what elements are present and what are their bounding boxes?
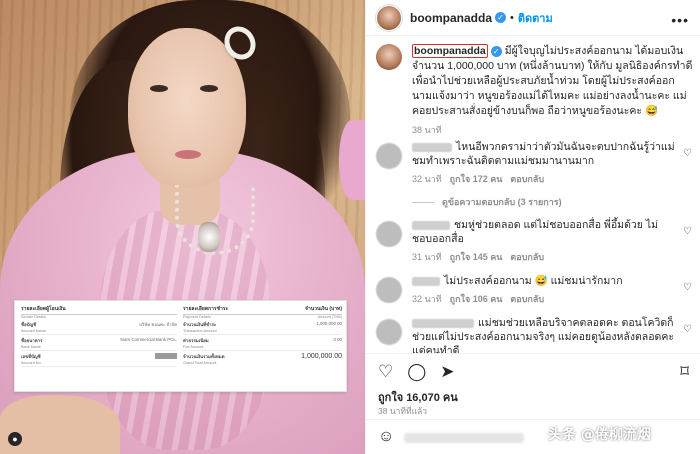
comment-time: 31 นาที xyxy=(412,252,442,262)
row-value: 1,000,000.00 xyxy=(316,320,342,326)
comment-likes[interactable]: ถูกใจ 145 คน xyxy=(450,252,503,262)
comment-text: ไม่ประสงค์ออกนาม 😅 แม่ชมน่ารักมาก xyxy=(444,275,623,287)
slip-row: เลขที่บัญชี Account No. xyxy=(21,351,177,367)
comment-input-blurred[interactable] xyxy=(404,433,524,443)
separator-dot: • xyxy=(510,11,514,24)
sender-title: รายละเอียดผู้โอนเงิน xyxy=(21,306,66,312)
reply-button[interactable]: ตอบกลับ xyxy=(510,174,544,184)
more-horizontal-icon[interactable]: ••• xyxy=(671,12,689,28)
verified-badge-icon: ✓ xyxy=(490,45,502,57)
follow-button[interactable]: ติดตาม xyxy=(518,9,553,27)
row-label: ชื่อธนาคาร xyxy=(21,337,43,343)
bookmark-icon[interactable]: ⌑ xyxy=(680,362,689,382)
row-value: 0.00 xyxy=(333,336,342,342)
total-sublabel: Grand Total Amount xyxy=(183,361,217,365)
share-icon[interactable]: ➤ xyxy=(440,362,454,382)
pendant xyxy=(198,222,220,252)
blurred-username[interactable] xyxy=(412,220,450,230)
view-replies-label: ดูข้อความตอบกลับ (3 รายการ) xyxy=(442,197,562,207)
emoji-icon[interactable]: ☺ xyxy=(378,428,394,446)
row-sublabel: Account Name xyxy=(21,328,46,333)
watermark: 头条 @倦柳流烟 xyxy=(548,427,651,443)
heart-icon[interactable]: ♡ xyxy=(683,226,692,237)
comment: ไหนอีพวกดราม่าว่าตัวมันฉันจะตบปากฉันรู้ว… xyxy=(376,140,694,186)
comment-avatar[interactable] xyxy=(376,277,402,303)
slip-row: ชื่อธนาคาร Bank Name Siam Commercial Bank… xyxy=(21,335,177,351)
row-label: ชื่อบัญชี xyxy=(21,321,37,327)
post-side-panel: boompanadda ✓ • ติดตาม ••• boompanadda ✓ … xyxy=(365,0,700,454)
payment-subtitle: Payment Details xyxy=(183,315,211,319)
total-label: จำนวนเงินรวมทั้งหมด xyxy=(183,354,225,359)
row-label: เลขที่บัญชี xyxy=(21,353,41,359)
comment-likes[interactable]: ถูกใจ 106 คน xyxy=(450,294,503,304)
view-replies-button[interactable]: ดูข้อความตอบกลับ (3 รายการ) xyxy=(412,195,694,209)
avatar[interactable] xyxy=(376,4,402,31)
slip-row: จำนวนเงินที่ชำระ Transaction Amount 1,000… xyxy=(183,319,342,335)
row-label: ค่าธรรมเนียม xyxy=(183,337,209,343)
lips xyxy=(175,150,201,159)
caption-avatar[interactable] xyxy=(376,44,402,70)
redacted-account-number xyxy=(155,352,177,359)
slip-total: จำนวนเงินรวมทั้งหมด Grand Total Amount 1,… xyxy=(183,351,342,365)
row-sublabel: Bank Name xyxy=(21,344,41,349)
row-value: Siam Commercial Bank PCL. xyxy=(120,336,177,342)
row-sublabel: Fee Amount xyxy=(183,344,204,349)
post-header: boompanadda ✓ • ติดตาม ••• xyxy=(366,0,700,36)
comment: ไม่ประสงค์ออกนาม 😅 แม่ชมน่ารักมาก 32 นาท… xyxy=(376,274,694,306)
heart-icon[interactable]: ♡ xyxy=(683,324,692,335)
left-eye xyxy=(150,85,168,92)
amount-subheader: Amount (THB) xyxy=(317,315,342,319)
comment-time: 32 นาที xyxy=(412,174,442,184)
pink-object xyxy=(339,120,365,200)
heart-icon[interactable]: ♡ xyxy=(683,282,692,293)
blurred-username[interactable] xyxy=(412,276,440,286)
heart-icon[interactable]: ♡ xyxy=(683,148,692,159)
slip-row: ค่าธรรมเนียม Fee Amount 0.00 xyxy=(183,335,342,351)
comment: ชมหู่ช่วยตลอด แต่ไม่ชอบออกสื่อ พี่อึ้มด้… xyxy=(376,218,694,264)
reply-button[interactable]: ตอบกลับ xyxy=(510,252,544,262)
row-value: บริษัท ขอนพะ จำกัด xyxy=(139,321,177,327)
comment: แม่ชมช่วยเหลือบริจาคตลอดคะ ตอนโควิดก็ช่ว… xyxy=(376,316,694,358)
posted-time: 38 นาทีที่แล้ว xyxy=(378,406,428,416)
payment-details: รายละเอียดการชำระ จำนวนเงิน (บาท) Paymen… xyxy=(183,305,342,365)
replies-divider xyxy=(412,202,434,204)
blurred-username[interactable] xyxy=(412,318,474,328)
post-photo[interactable]: ● รายละเอียดผู้โอนเงิน Sender Details ชื… xyxy=(0,0,365,454)
row-sublabel: Account No. xyxy=(21,360,42,365)
comment-avatar[interactable] xyxy=(376,319,402,345)
total-amount: 1,000,000.00 xyxy=(301,353,342,360)
bank-transfer-slip: รายละเอียดผู้โอนเงิน Sender Details ชื่อ… xyxy=(14,300,347,392)
comment-likes[interactable]: ถูกใจ 172 คน xyxy=(450,174,503,184)
blurred-username[interactable] xyxy=(412,142,452,152)
slip-row: ชื่อบัญชี Account Name บริษัท ขอนพะ จำกัด xyxy=(21,319,177,335)
caption: boompanadda ✓ มีผู้ใจบุญไม่ประสงค์ออกนาม … xyxy=(376,44,694,138)
sender-details: รายละเอียดผู้โอนเงิน Sender Details ชื่อ… xyxy=(21,305,177,367)
comment-avatar[interactable] xyxy=(376,221,402,247)
comment-list: ไหนอีพวกดราม่าว่าตัวมันฉันจะตบปากฉันรู้ว… xyxy=(376,140,694,362)
tagged-user-icon[interactable]: ● xyxy=(8,432,22,446)
comment-time: 32 นาที xyxy=(412,294,442,304)
amount-header: จำนวนเงิน (บาท) xyxy=(305,306,342,312)
comment-icon[interactable]: ◯ xyxy=(407,362,426,382)
row-sublabel: Transaction Amount xyxy=(183,328,217,333)
comment-avatar[interactable] xyxy=(376,143,402,169)
payment-title: รายละเอียดการชำระ xyxy=(183,306,229,312)
caption-username[interactable]: boompanadda xyxy=(412,44,488,58)
header-username[interactable]: boompanadda xyxy=(410,11,492,25)
right-eye xyxy=(200,85,218,92)
row-label: จำนวนเงินที่ชำระ xyxy=(183,321,217,327)
reply-button[interactable]: ตอบกลับ xyxy=(510,294,544,304)
like-heart-icon[interactable]: ♡ xyxy=(378,362,393,382)
action-bar: ♡ ◯ ➤ ⌑ ถูกใจ 16,070 คน 38 นาทีที่แล้ว xyxy=(366,353,700,419)
verified-badge-icon: ✓ xyxy=(495,12,507,23)
caption-time: 38 นาที xyxy=(412,125,442,135)
